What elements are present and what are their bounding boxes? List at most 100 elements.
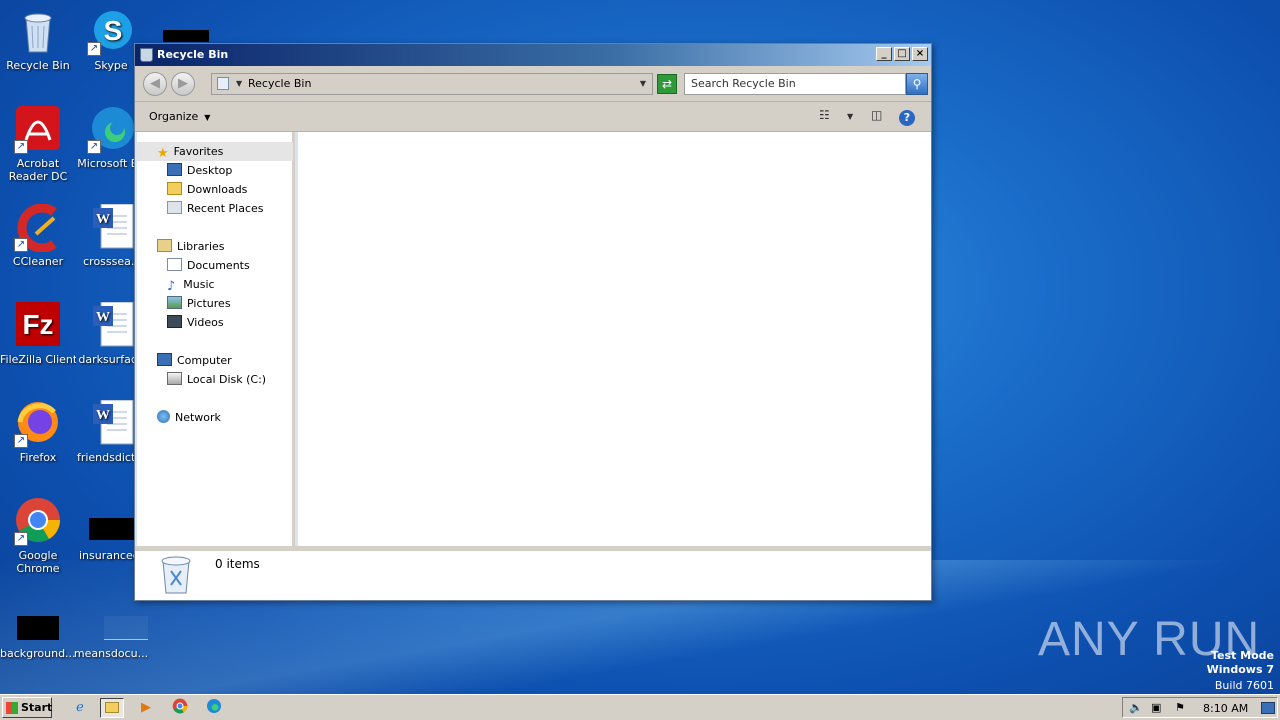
explorer-window[interactable]: Recycle Bin _ □ × ◀ ▶ ▼ Recycle Bin ▼ ⇄ …	[134, 43, 932, 601]
address-field[interactable]: ▼ Recycle Bin ▼	[211, 73, 653, 95]
file-list-pane[interactable]	[298, 132, 931, 546]
os-label: Windows 7	[1206, 663, 1274, 676]
close-button[interactable]: ×	[912, 47, 928, 61]
file-icon	[87, 596, 148, 644]
chevron-down-icon: ▼	[204, 113, 211, 122]
nav-label: Pictures	[187, 297, 231, 310]
start-button[interactable]: Start	[2, 697, 52, 718]
nav-item-libraries[interactable]: Libraries	[157, 237, 225, 256]
forward-button[interactable]: ▶	[171, 72, 195, 96]
documents-icon	[167, 258, 182, 271]
items-count: 0 items	[215, 557, 260, 571]
nav-item-recent-places[interactable]: Recent Places	[167, 199, 264, 218]
search-input[interactable]: Search Recycle Bin	[684, 73, 906, 95]
desktop-icon-chrome[interactable]: ↗ Google Chrome	[0, 498, 76, 575]
skype-icon: S ↗	[87, 8, 135, 56]
libraries-icon	[157, 239, 172, 252]
address-dropdown-icon[interactable]: ▼	[640, 74, 646, 94]
chrome-icon[interactable]	[168, 698, 192, 718]
desktop-icon-acrobat[interactable]: ↗ Acrobat Reader DC	[0, 106, 76, 183]
nav-label: Network	[175, 411, 221, 424]
desktop-icon-label: meansdocu...	[73, 647, 149, 660]
chrome-icon: ↗	[14, 498, 62, 546]
nav-item-computer[interactable]: Computer	[157, 351, 232, 370]
word-doc-icon: W	[87, 203, 135, 252]
action-center-flag-icon[interactable]: ⚑	[1175, 701, 1185, 714]
system-tray: 🔈 ▣ ⚑ 8:10 AM	[1122, 697, 1278, 718]
desktop-icon-ccleaner[interactable]: ↗ CCleaner	[0, 203, 76, 268]
desktop-icon-label-line1: Google	[18, 549, 58, 562]
nav-item-pictures[interactable]: Pictures	[167, 294, 231, 313]
downloads-folder-icon	[167, 182, 182, 195]
desktop-icon-label-line1: Acrobat	[16, 157, 60, 170]
shortcut-arrow-icon: ↗	[14, 434, 28, 448]
nav-item-documents[interactable]: Documents	[167, 256, 250, 275]
folder-icon	[105, 702, 119, 713]
nav-label: Local Disk (C:)	[187, 373, 267, 386]
clock[interactable]: 8:10 AM	[1203, 702, 1248, 715]
view-options-icon[interactable]: ☷	[819, 108, 830, 122]
desktop-icon-recycle-bin[interactable]: Recycle Bin	[0, 8, 76, 72]
nav-item-local-disk[interactable]: Local Disk (C:)	[167, 370, 266, 389]
redacted-block	[163, 30, 209, 42]
show-desktop-icon[interactable]	[1261, 702, 1275, 714]
taskbar: Start ℯ ▶ 🔈 ▣ ⚑ 8:10 AM	[0, 694, 1280, 720]
shortcut-arrow-icon: ↗	[14, 532, 28, 546]
help-icon[interactable]: ?	[899, 110, 915, 126]
command-bar: Organize ▼ ☷ ▼ ◫ ?	[135, 102, 931, 132]
nav-item-desktop[interactable]: Desktop	[167, 161, 232, 180]
desktop-icon-label: FileZilla Client	[0, 353, 76, 366]
desktop-icon-label-line2: Reader DC	[8, 170, 68, 183]
desktop-icon-firefox[interactable]: ↗ Firefox	[0, 400, 76, 464]
nav-label: Recent Places	[187, 202, 264, 215]
nav-item-videos[interactable]: Videos	[167, 313, 224, 332]
word-doc-icon: W	[87, 399, 135, 448]
network-status-icon[interactable]: ▣	[1151, 701, 1161, 714]
windows-logo-icon	[6, 702, 18, 714]
preview-pane-icon[interactable]: ◫	[871, 108, 882, 122]
nav-item-network[interactable]: Network	[157, 408, 221, 427]
internet-explorer-icon[interactable]: ℯ	[68, 698, 92, 718]
nav-item-music[interactable]: ♪ Music	[167, 275, 215, 294]
window-titlebar[interactable]: Recycle Bin _ □ ×	[135, 44, 931, 66]
desktop-icon-meansdocu[interactable]: meansdocu...	[73, 596, 149, 660]
refresh-button[interactable]: ⇄	[657, 74, 677, 94]
minimize-button[interactable]: _	[876, 47, 892, 61]
nav-label: Documents	[187, 259, 250, 272]
word-doc-icon: W	[87, 301, 135, 350]
videos-icon	[167, 315, 182, 328]
volume-icon[interactable]: 🔈	[1129, 701, 1143, 714]
maximize-button[interactable]: □	[894, 47, 910, 61]
star-icon: ★	[157, 146, 169, 161]
view-dropdown-icon[interactable]: ▼	[847, 112, 853, 121]
recycle-bin-icon	[159, 553, 193, 595]
desktop-icon-label: Recycle Bin	[6, 59, 70, 72]
shortcut-arrow-icon: ↗	[14, 140, 28, 154]
nav-item-downloads[interactable]: Downloads	[167, 180, 247, 199]
shortcut-arrow-icon: ↗	[87, 140, 101, 154]
test-mode-label: Test Mode	[1211, 649, 1274, 662]
desktop-icon-label: CCleaner	[12, 255, 64, 268]
nav-item-favorites[interactable]: ★ Favorites	[137, 142, 293, 161]
desktop-icon-background[interactable]: background....	[0, 596, 76, 660]
svg-text:W: W	[96, 408, 110, 423]
nav-label: Videos	[187, 316, 224, 329]
start-label: Start	[21, 701, 53, 714]
build-label: Build 7601	[1214, 679, 1274, 692]
shortcut-arrow-icon: ↗	[14, 238, 28, 252]
search-button[interactable]: ⚲	[906, 73, 928, 95]
breadcrumb-arrow-icon[interactable]: ▼	[236, 74, 242, 94]
recycle-bin-icon	[140, 48, 153, 62]
desktop-icon-label-line2: Chrome	[16, 562, 60, 575]
details-pane: 0 items	[135, 546, 931, 600]
address-text: Recycle Bin	[248, 77, 312, 90]
organize-menu[interactable]: Organize ▼	[149, 110, 210, 123]
drive-icon	[167, 372, 182, 385]
media-player-icon[interactable]: ▶	[134, 698, 158, 718]
desktop-icon-filezilla[interactable]: Fz FileZilla Client	[0, 302, 76, 366]
edge-icon[interactable]	[202, 698, 226, 718]
back-button[interactable]: ◀	[143, 72, 167, 96]
acrobat-icon: ↗	[14, 106, 62, 154]
explorer-taskbar-button[interactable]	[100, 698, 124, 718]
svg-text:S: S	[104, 15, 123, 46]
